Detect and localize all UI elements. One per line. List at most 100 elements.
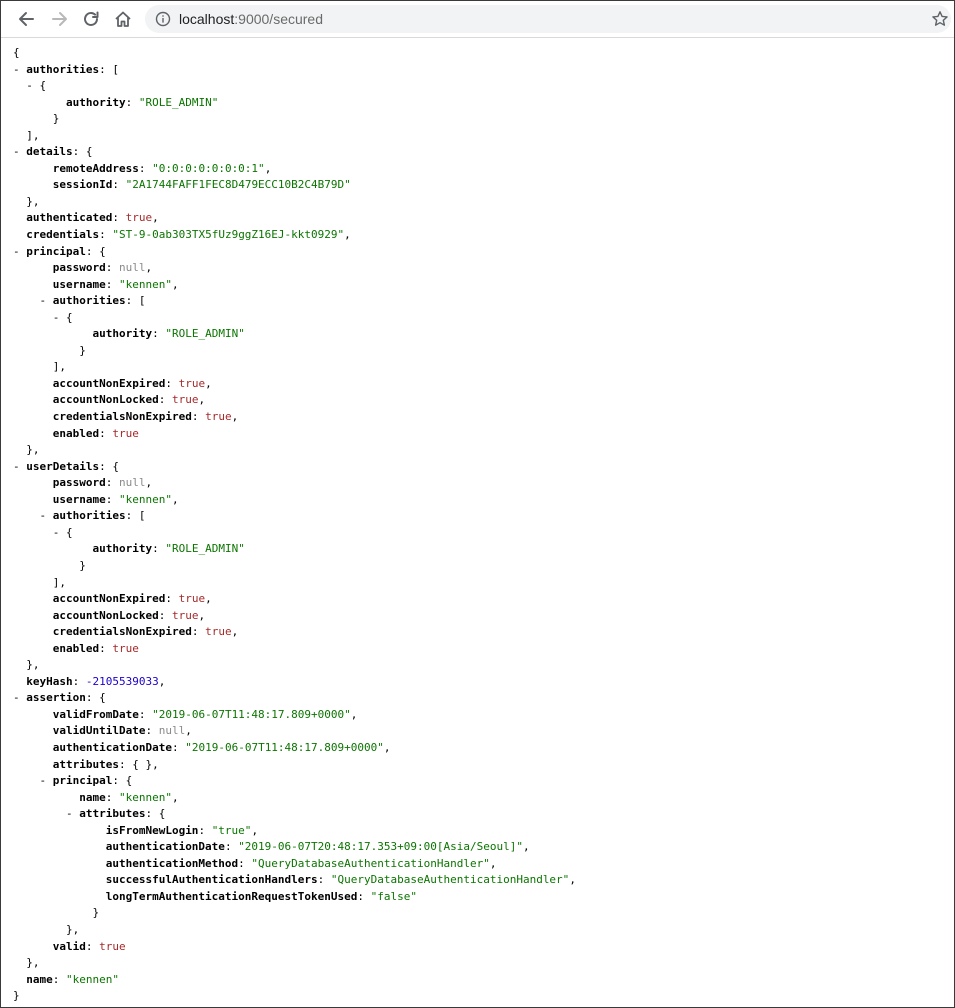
home-button[interactable] <box>110 6 136 32</box>
json-line: credentials: "ST-9-0ab303TX5fUz9ggZ16EJ-… <box>13 227 943 244</box>
json-line: accountNonLocked: true, <box>13 608 943 625</box>
json-string: "kennen" <box>118 790 172 804</box>
json-punct: , <box>145 261 153 275</box>
collapse-toggle[interactable]: - <box>13 145 26 158</box>
json-line: enabled: true <box>13 641 943 658</box>
json-punct: } <box>13 989 20 1003</box>
json-punct: , <box>522 840 530 854</box>
json-key: username <box>52 277 106 291</box>
json-line: keyHash: -2105539033, <box>13 674 943 691</box>
collapse-toggle[interactable]: - <box>40 509 53 522</box>
star-icon[interactable] <box>931 10 949 28</box>
json-line: username: "kennen", <box>13 277 943 294</box>
json-line: ], <box>13 128 943 145</box>
json-key: enabled <box>52 426 100 440</box>
collapse-toggle[interactable]: - <box>40 294 53 307</box>
forward-button[interactable] <box>47 6 73 32</box>
json-key: keyHash <box>26 674 73 688</box>
json-string: "ROLE_ADMIN" <box>165 542 245 556</box>
json-key: accountNonExpired <box>52 376 166 390</box>
collapse-toggle[interactable]: - <box>66 807 79 820</box>
json-punct: : <box>99 228 113 242</box>
browser-toolbar: localhost:9000/secured <box>1 1 954 38</box>
collapse-toggle[interactable]: - <box>13 691 26 704</box>
json-line: remoteAddress: "0:0:0:0:0:0:0:1", <box>13 161 943 178</box>
json-line: }, <box>13 955 943 972</box>
json-string: "ST-9-0ab303TX5fUz9ggZ16EJ-kkt0929" <box>112 228 345 242</box>
json-line: } <box>13 558 943 575</box>
json-punct: : <box>238 856 252 870</box>
reload-button[interactable] <box>78 6 104 32</box>
json-punct: { <box>39 79 47 93</box>
json-punct: : <box>317 873 331 887</box>
collapse-toggle[interactable]: - <box>13 460 26 473</box>
json-punct: , <box>171 790 179 804</box>
json-punct: ], <box>52 575 66 589</box>
json-punct: , <box>344 228 351 242</box>
json-key: accountNonLocked <box>52 608 159 622</box>
collapse-toggle[interactable]: - <box>53 311 66 324</box>
json-boolean: true <box>112 641 139 655</box>
json-punct: : <box>105 492 119 506</box>
json-boolean: true <box>178 376 206 390</box>
json-key: authorities <box>52 509 126 523</box>
json-string: "2019-06-07T20:48:17.353+09:00[Asia/Seou… <box>238 840 523 854</box>
json-punct: : <box>152 542 166 556</box>
json-punct: : { <box>72 145 93 159</box>
json-punct: : { <box>85 244 106 258</box>
collapse-toggle[interactable]: - <box>40 774 53 787</box>
url-text[interactable]: localhost:9000/secured <box>179 10 323 28</box>
json-line: password: null, <box>13 475 943 492</box>
info-icon[interactable] <box>155 11 171 27</box>
json-line: }, <box>13 922 943 939</box>
json-punct: : <box>145 724 159 738</box>
json-punct: : <box>105 261 119 275</box>
json-boolean: true <box>205 625 232 639</box>
json-line: successfulAuthenticationHandlers: "Query… <box>13 872 943 889</box>
json-key: name <box>79 790 106 804</box>
browser-window: localhost:9000/secured {- authorities: [… <box>0 0 955 1008</box>
collapse-toggle[interactable]: - <box>13 63 26 76</box>
json-punct: , <box>205 376 212 390</box>
back-button[interactable] <box>13 6 39 32</box>
json-line: authority: "ROLE_ADMIN" <box>13 95 943 112</box>
json-line: authority: "ROLE_ADMIN" <box>13 541 943 558</box>
json-string: "QueryDatabaseAuthenticationHandler" <box>251 856 490 870</box>
json-boolean: true <box>125 211 153 225</box>
json-string: "2019-06-07T11:48:17.809+0000" <box>152 707 351 721</box>
json-punct: , <box>251 823 259 837</box>
json-key: authority <box>92 542 153 556</box>
json-string: "0:0:0:0:0:0:0:1" <box>152 161 265 175</box>
json-punct: : <box>191 410 206 424</box>
json-line: password: null, <box>13 260 943 277</box>
json-string: "ROLE_ADMIN" <box>165 327 245 341</box>
json-line: isFromNewLogin: "true", <box>13 823 943 840</box>
json-punct: : <box>105 277 119 291</box>
json-line: - principal: { <box>13 773 943 790</box>
json-string: "2019-06-07T11:48:17.809+0000" <box>185 740 384 754</box>
json-punct: : <box>85 939 100 953</box>
json-punct: { <box>66 310 73 324</box>
json-null: null <box>158 724 186 738</box>
json-punct: : { <box>99 459 119 473</box>
json-boolean: true <box>171 608 199 622</box>
json-punct: } <box>79 343 86 357</box>
json-punct: , <box>231 410 239 424</box>
json-punct: : [ <box>99 62 119 76</box>
json-line: ], <box>13 359 943 376</box>
address-bar[interactable]: localhost:9000/secured <box>145 5 951 33</box>
collapse-toggle[interactable]: - <box>26 79 39 92</box>
collapse-toggle[interactable]: - <box>53 526 66 539</box>
collapse-toggle[interactable]: - <box>13 245 26 258</box>
